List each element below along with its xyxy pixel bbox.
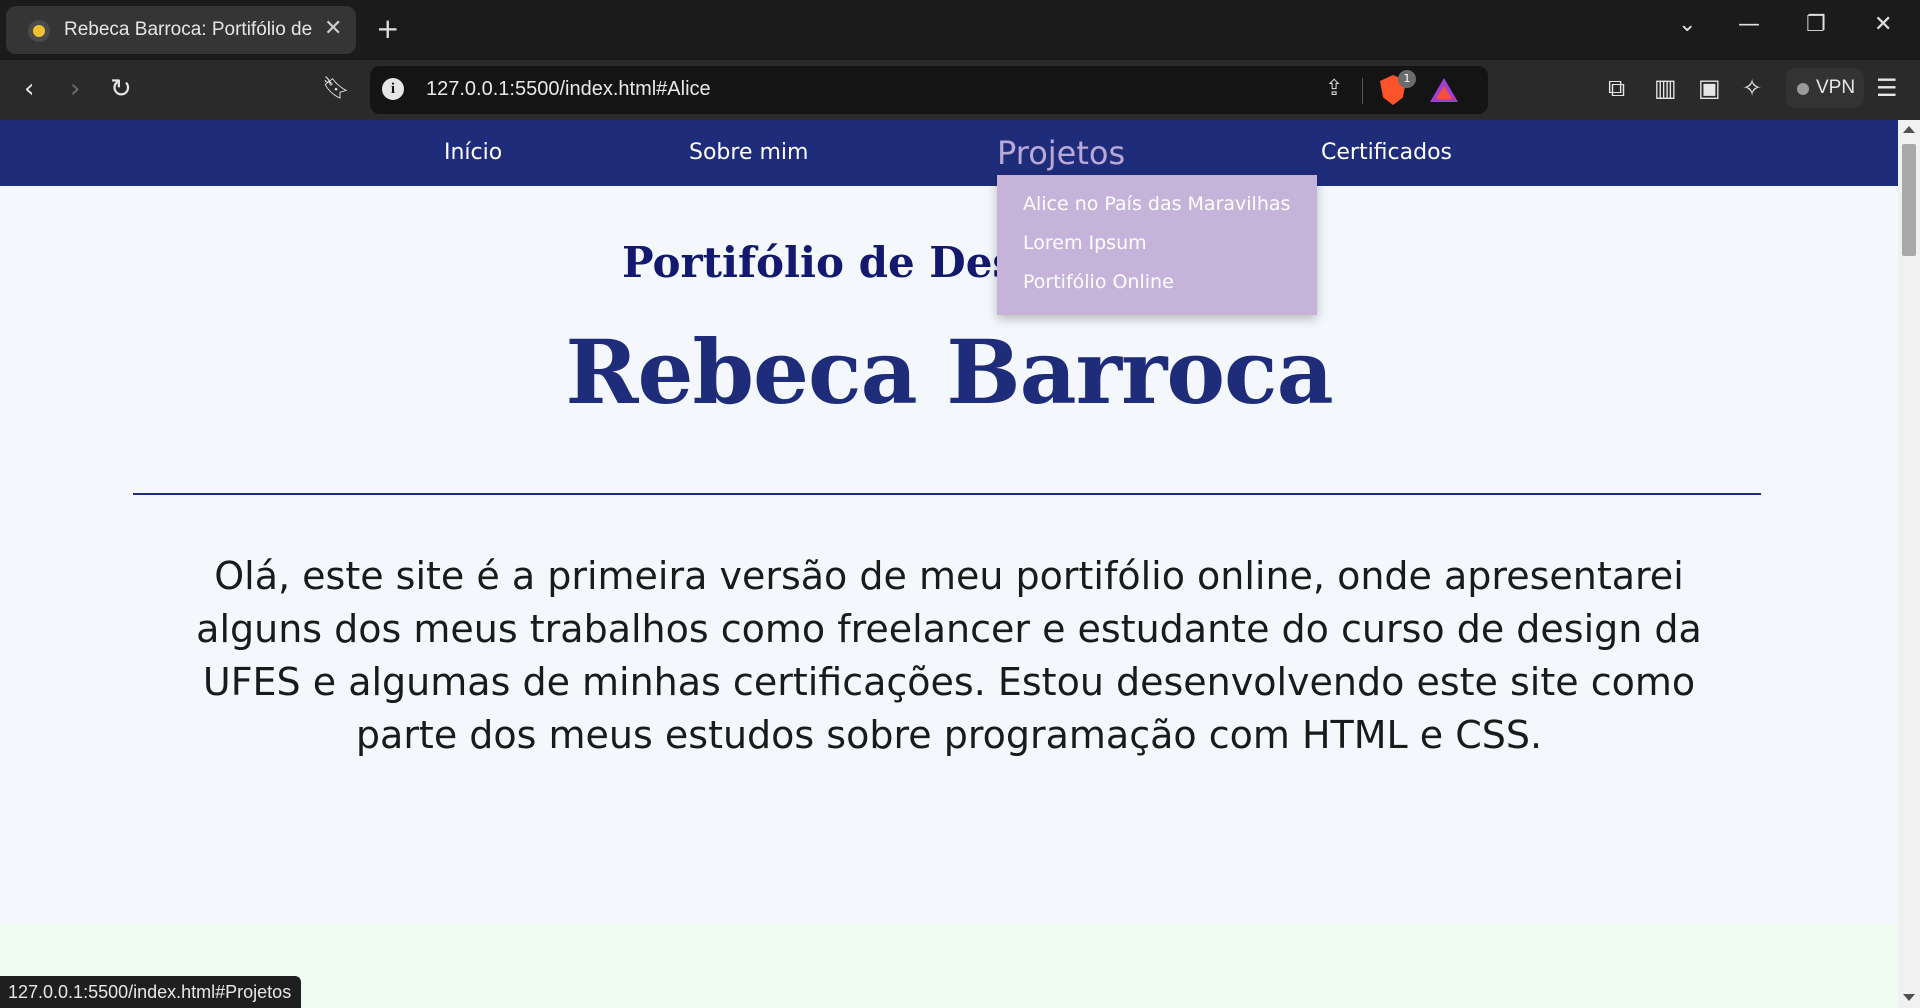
nav-link-sobre-mim[interactable]: Sobre mim	[689, 140, 808, 165]
status-bubble: 127.0.0.1:5500/index.html#Projetos	[0, 976, 302, 1008]
forward-icon[interactable]: ›	[70, 74, 80, 104]
tab-search-chevron-icon[interactable]: ⌄	[1678, 12, 1696, 37]
tab-title: Rebeca Barroca: Portifólio de Design	[64, 19, 316, 40]
tab-strip: Rebeca Barroca: Portifólio de Design ✕ +…	[0, 0, 1920, 60]
sidebar-icon[interactable]: ▥	[1654, 74, 1677, 102]
reload-icon[interactable]: ↻	[110, 74, 132, 104]
scroll-down-icon[interactable]	[1903, 994, 1915, 1001]
dropdown-item-lorem-ipsum[interactable]: Lorem Ipsum	[1023, 232, 1147, 254]
browser-tab[interactable]: Rebeca Barroca: Portifólio de Design ✕	[6, 6, 356, 54]
extensions-icon[interactable]: ⧉	[1608, 74, 1625, 102]
intro-paragraph: Olá, este site é a primeira versão de me…	[196, 554, 1702, 757]
minimize-icon[interactable]: —	[1738, 12, 1760, 37]
vertical-scrollbar[interactable]	[1898, 120, 1920, 1008]
divider	[1362, 78, 1363, 104]
scroll-thumb[interactable]	[1902, 144, 1916, 256]
close-window-icon[interactable]: ✕	[1874, 12, 1892, 37]
menu-icon[interactable]: ☰	[1876, 74, 1898, 102]
page-viewport: Início Sobre mim Projetos Certificados P…	[0, 120, 1898, 1008]
wallet-icon[interactable]: ▣	[1698, 74, 1721, 102]
share-icon[interactable]: ⇪	[1325, 76, 1343, 101]
vpn-button[interactable]: VPN	[1786, 68, 1864, 108]
site-info-icon[interactable]: i	[382, 78, 404, 100]
url-text[interactable]: 127.0.0.1:5500/index.html#Alice	[426, 78, 711, 101]
nav-link-projetos[interactable]: Projetos	[997, 134, 1125, 172]
dropdown-item-portifolio-online[interactable]: Portifólio Online	[1023, 271, 1174, 293]
favicon-icon	[28, 20, 50, 42]
site-navbar: Início Sobre mim Projetos Certificados	[0, 120, 1898, 186]
close-tab-icon[interactable]: ✕	[324, 16, 342, 41]
nav-link-certificados[interactable]: Certificados	[1321, 140, 1452, 165]
back-icon[interactable]: ‹	[24, 74, 34, 104]
bookmark-icon[interactable]: 🔖︎	[322, 76, 350, 101]
projetos-dropdown-menu: Alice no País das Maravilhas Lorem Ipsum…	[997, 175, 1317, 315]
page-title: Rebeca Barroca	[565, 320, 1333, 424]
shields-badge: 1	[1398, 70, 1416, 88]
browser-chrome: Rebeca Barroca: Portifólio de Design ✕ +…	[0, 0, 1920, 120]
brave-rewards-inner-icon	[1436, 86, 1452, 99]
restore-icon[interactable]: ❐	[1806, 12, 1826, 37]
new-tab-button[interactable]: +	[376, 12, 399, 45]
nav-link-inicio[interactable]: Início	[444, 140, 502, 165]
leo-ai-icon[interactable]: ✧	[1742, 74, 1762, 102]
browser-toolbar: ‹ › ↻ 🔖︎ i 127.0.0.1:5500/index.html#Ali…	[0, 60, 1920, 120]
page-subtitle: Portifólio de Design	[622, 238, 998, 287]
divider	[133, 493, 1761, 495]
scroll-up-icon[interactable]	[1903, 126, 1915, 133]
dropdown-item-alice[interactable]: Alice no País das Maravilhas	[1023, 193, 1290, 215]
address-bar[interactable]: i 127.0.0.1:5500/index.html#Alice ⇪ 1	[370, 66, 1488, 114]
vpn-status-icon	[1797, 83, 1809, 95]
vpn-label: VPN	[1816, 77, 1856, 98]
